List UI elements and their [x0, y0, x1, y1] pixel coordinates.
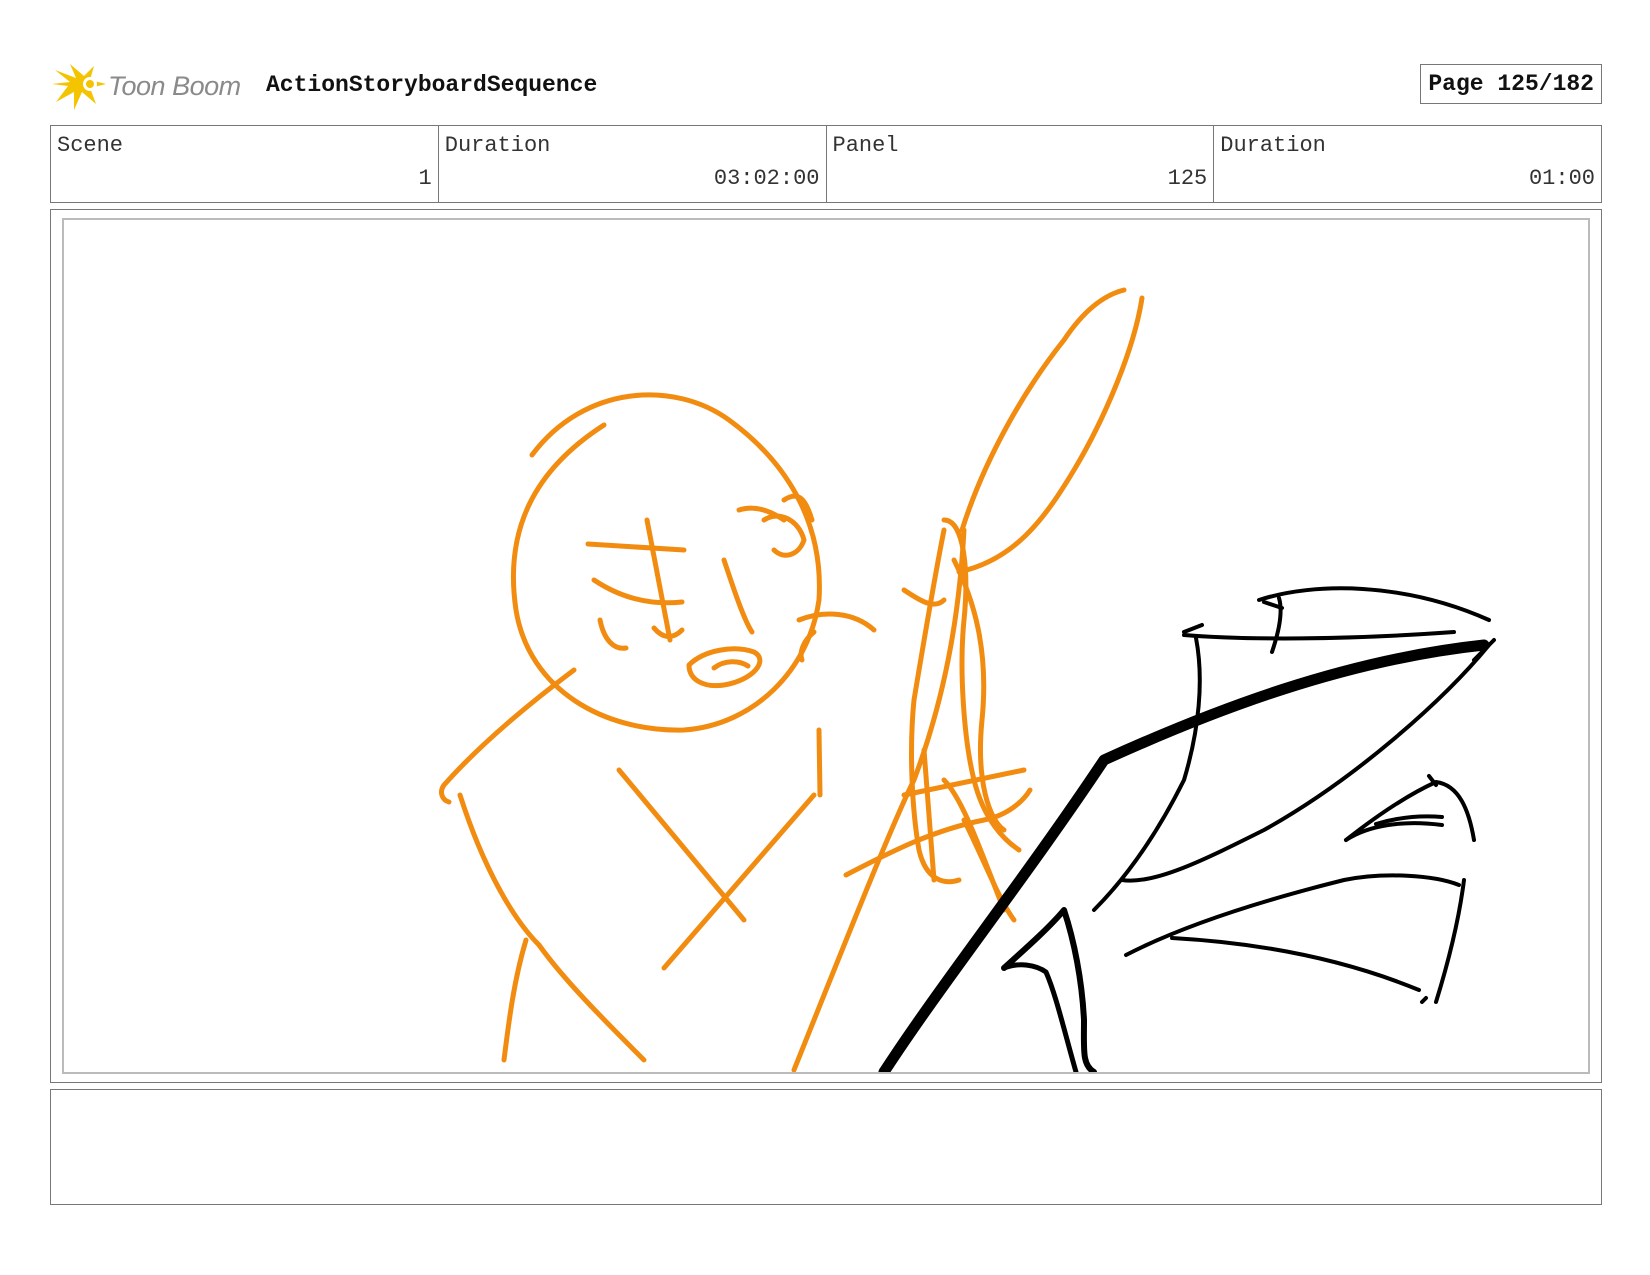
black-object-sketch	[878, 586, 1496, 1072]
orange-character-sketch	[439, 287, 1145, 1072]
scene-cell: Scene 1	[51, 126, 439, 202]
panel-duration-cell: Duration 01:00	[1214, 126, 1601, 202]
panel-sketch	[439, 287, 1496, 1072]
panel-image-area	[62, 218, 1590, 1074]
panel-value: 125	[1167, 166, 1208, 191]
toon-boom-logo: Toon Boom	[50, 58, 241, 114]
panel-label: Panel	[832, 133, 899, 158]
panel-duration-value: 01:00	[1528, 166, 1595, 191]
panel-duration-label: Duration	[1220, 133, 1326, 158]
page-indicator: Page 125/182	[1420, 64, 1602, 104]
brand-name: Toon Boom	[108, 70, 241, 101]
page-header: Toon Boom ActionStoryboardSequence Page …	[50, 58, 1602, 114]
panel-notes-box	[50, 1089, 1602, 1205]
scene-label: Scene	[57, 133, 124, 158]
scene-duration-label: Duration	[444, 133, 551, 158]
panel-info-table: Scene 1 Duration 03:02:00 Panel 125 Dura…	[50, 125, 1602, 203]
sequence-title: ActionStoryboardSequence	[266, 72, 598, 98]
storyboard-panel	[50, 209, 1602, 1083]
scene-duration-value: 03:02:00	[713, 166, 820, 191]
starburst-logo-icon	[52, 64, 106, 110]
panel-cell: Panel 125	[827, 126, 1215, 202]
scene-duration-cell: Duration 03:02:00	[439, 126, 827, 202]
scene-value: 1	[418, 166, 432, 191]
